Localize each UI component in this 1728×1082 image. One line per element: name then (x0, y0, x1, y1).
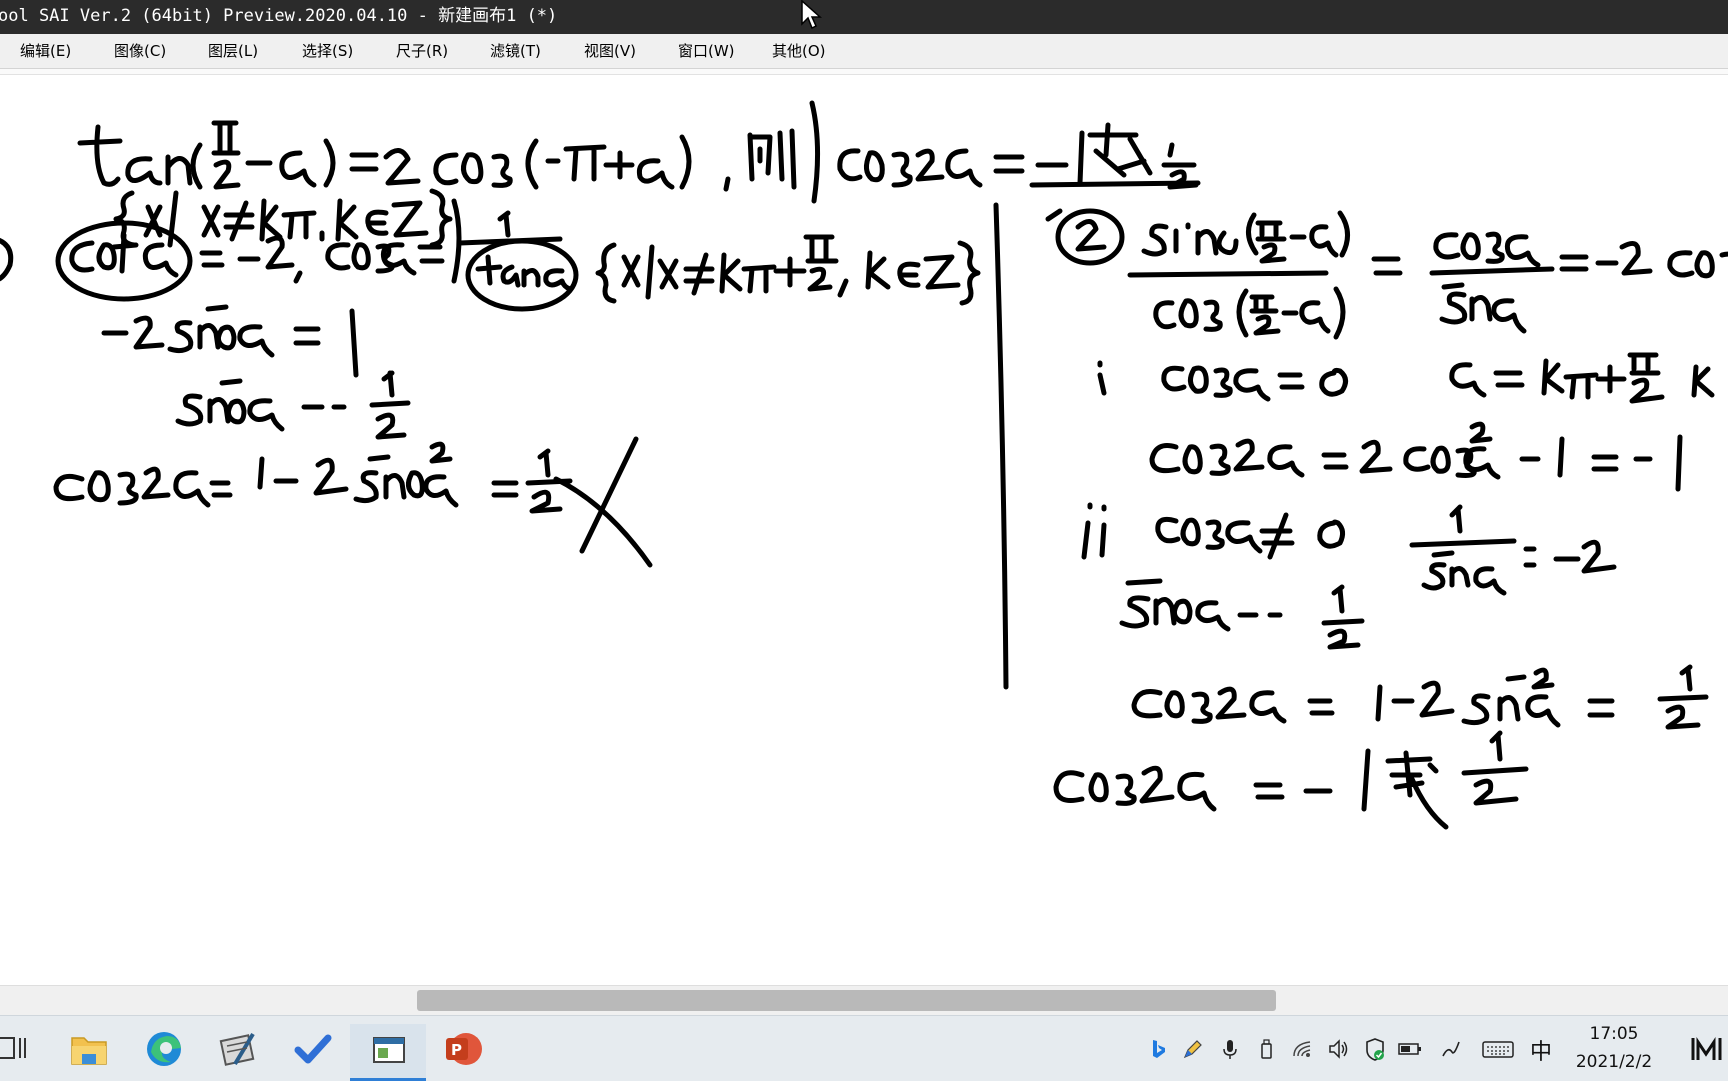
bing-icon[interactable] (1148, 1038, 1168, 1058)
menu-layer[interactable]: 图层(L) (208, 34, 258, 68)
volume-icon[interactable] (1328, 1038, 1348, 1059)
edge-browser-icon[interactable] (139, 1024, 189, 1074)
ink-final-answer (1053, 730, 1529, 830)
taskbar: P 中 17:05 2021/2/2 (0, 1015, 1728, 1081)
ime-indicator[interactable]: 中 (1530, 1034, 1552, 1066)
ink-divider (993, 202, 1009, 690)
usb-drive-icon[interactable] (1256, 1038, 1276, 1059)
ink-right-step-2 (1045, 208, 1728, 340)
svg-text:P: P (451, 1041, 462, 1059)
ink-icon[interactable] (1440, 1038, 1460, 1058)
ink-line-1 (77, 100, 1201, 204)
menu-filter[interactable]: 滤镜(T) (490, 34, 541, 68)
menu-edit[interactable]: 编辑(E) (20, 34, 71, 68)
sai-window-icon[interactable] (350, 1024, 426, 1081)
wifi-icon[interactable] (1292, 1038, 1312, 1058)
ink-right-case-2 (1081, 502, 1709, 730)
menu-image[interactable]: 图像(C) (114, 34, 166, 68)
microphone-icon[interactable] (1220, 1038, 1240, 1059)
scrollbar-thumb[interactable] (417, 990, 1276, 1011)
horizontal-scrollbar[interactable] (0, 985, 1728, 1015)
drawing-canvas[interactable] (0, 75, 1728, 985)
battery-icon[interactable] (1398, 1038, 1421, 1058)
clock-date[interactable]: 2021/2/2 (1566, 1052, 1662, 1072)
task-view-icon[interactable] (0, 1028, 30, 1068)
pen-icon[interactable] (1182, 1038, 1202, 1059)
keyboard-icon[interactable] (1482, 1038, 1514, 1058)
menu-bar: 编辑(E) 图像(C) 图层(L) 选择(S) 尺子(R) 滤镜(T) 视图(V… (0, 34, 1728, 69)
security-shield-icon[interactable] (1364, 1038, 1384, 1061)
paint-tool-icon[interactable] (213, 1024, 263, 1074)
menu-view[interactable]: 视图(V) (584, 34, 636, 68)
file-explorer-icon[interactable] (64, 1024, 114, 1074)
ink-domain-note (113, 188, 453, 248)
mouse-cursor-icon (801, 0, 822, 30)
ink-left-steps (53, 304, 653, 568)
todo-check-icon[interactable] (288, 1024, 338, 1074)
menu-select[interactable]: 选择(S) (302, 34, 353, 68)
ink-domain-note-2 (595, 234, 981, 306)
window-title: ool SAI Ver.2 (64bit) Preview.2020.04.10… (0, 6, 558, 26)
title-bar: ool SAI Ver.2 (64bit) Preview.2020.04.10… (0, 0, 1728, 34)
notification-icon[interactable] (1690, 1034, 1724, 1064)
clock-time[interactable]: 17:05 (1572, 1024, 1656, 1044)
menu-other[interactable]: 其他(O) (772, 34, 826, 68)
menu-window[interactable]: 窗口(W) (678, 34, 735, 68)
powerpoint-icon[interactable]: P (438, 1024, 488, 1074)
menu-ruler[interactable]: 尺子(R) (396, 34, 448, 68)
ink-right-case-1 (1097, 352, 1715, 492)
handwriting-strokes (0, 100, 1728, 830)
